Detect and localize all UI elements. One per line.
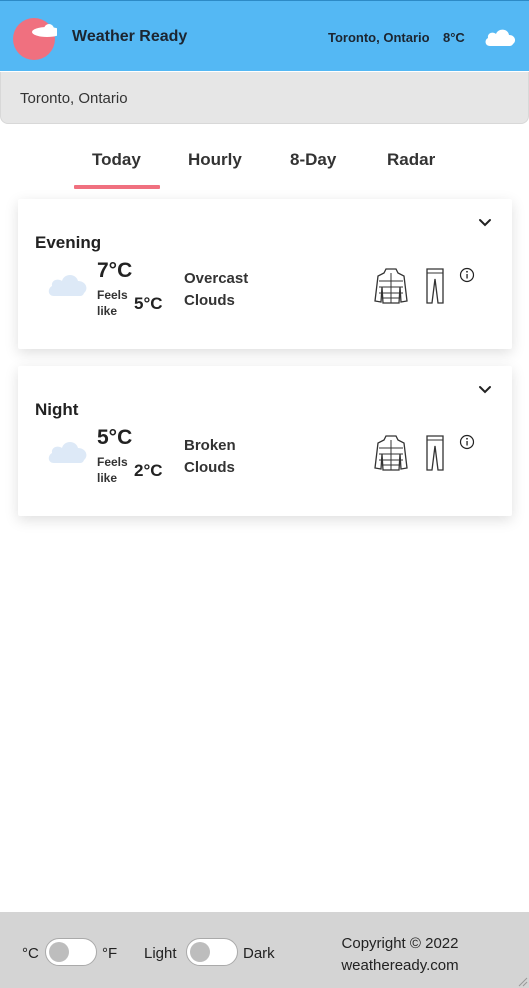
logo-icon[interactable] (13, 16, 57, 60)
resize-handle-icon[interactable] (516, 975, 528, 987)
pants-icon (426, 268, 444, 304)
header-location: Toronto, Ontario (328, 30, 430, 45)
app-footer: °C °F Light Dark Copyright © 2022 weathe… (0, 912, 529, 988)
cloud-icon (48, 275, 87, 296)
temperature: 5°C (97, 426, 133, 449)
brand-title[interactable]: Weather Ready (72, 28, 187, 46)
toggle-knob[interactable] (49, 942, 69, 962)
unit-toggle[interactable] (45, 938, 97, 966)
chevron-down-icon[interactable] (477, 217, 493, 229)
unit-celsius-label: °C (22, 945, 39, 962)
jacket-icon (374, 435, 408, 471)
forecast-card-night[interactable]: Night 5°C Feels like 2°C Broken Clouds (18, 366, 512, 516)
header-temperature: 8°C (443, 30, 465, 45)
feels-like-temperature: 5°C (134, 294, 163, 313)
tab-bar: Today Hourly 8-Day Radar (0, 150, 529, 190)
chevron-down-icon[interactable] (477, 384, 493, 396)
forecast-period: Night (35, 400, 79, 419)
unit-fahrenheit-label: °F (102, 945, 118, 962)
app-header: Weather Ready Toronto, Ontario 8°C (0, 0, 529, 71)
temperature: 7°C (97, 259, 133, 282)
copyright-site-link[interactable]: weatheready.com (320, 955, 480, 977)
feels-like-label: Feels like (97, 288, 128, 318)
forecast-card-evening[interactable]: Evening 7°C Feels like 5°C Overcast Clou… (18, 199, 512, 349)
dark-mode-label: Dark (243, 945, 275, 962)
weather-description: Overcast Clouds (184, 270, 249, 309)
light-mode-label: Light (144, 945, 177, 962)
copyright: Copyright © 2022 weatheready.com (320, 933, 480, 977)
location-search-value[interactable]: Toronto, Ontario (20, 90, 128, 107)
jacket-icon (374, 268, 408, 304)
info-icon[interactable] (459, 267, 475, 283)
tab-8-day[interactable]: 8-Day (290, 150, 336, 170)
tab-radar[interactable]: Radar (387, 150, 435, 170)
theme-toggle[interactable] (186, 938, 238, 966)
feels-like-temperature: 2°C (134, 461, 163, 480)
info-icon[interactable] (459, 434, 475, 450)
cloud-icon (48, 442, 87, 463)
copyright-line: Copyright © 2022 (341, 935, 459, 952)
tab-hourly[interactable]: Hourly (188, 150, 242, 170)
cloud-icon (485, 29, 516, 46)
toggle-knob[interactable] (190, 942, 210, 962)
weather-description: Broken Clouds (184, 437, 236, 476)
pants-icon (426, 435, 444, 471)
tab-today[interactable]: Today (74, 150, 160, 189)
location-search-bar[interactable]: Toronto, Ontario (0, 72, 529, 124)
forecast-period: Evening (35, 233, 102, 252)
feels-like-label: Feels like (97, 455, 128, 485)
